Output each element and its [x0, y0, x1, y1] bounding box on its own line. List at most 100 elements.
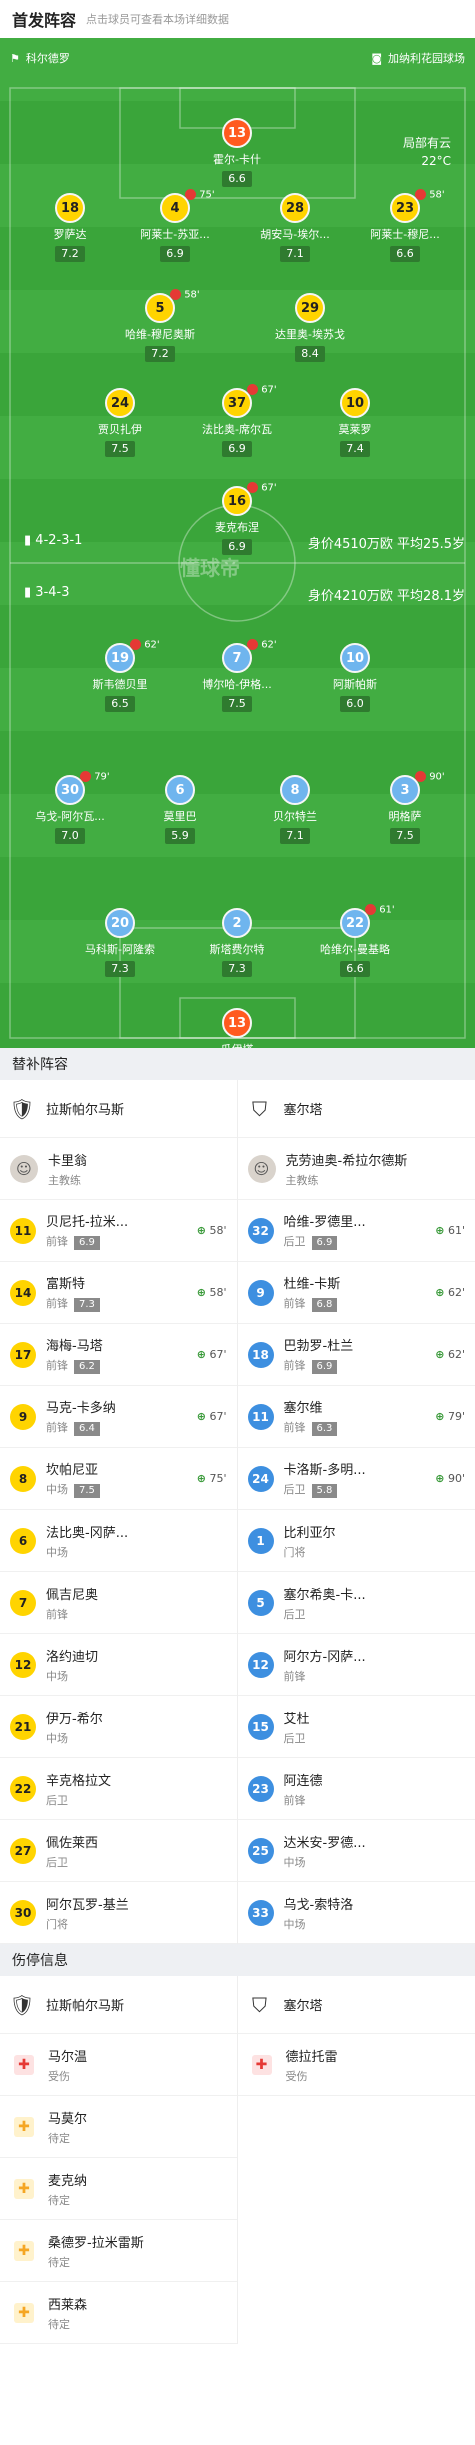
injury-row[interactable]: ✚ 西莱森 待定: [0, 2282, 237, 2344]
sub-in-icon: ⊕: [435, 1472, 445, 1485]
player-name: 阿连德: [283, 1773, 323, 1789]
player-rating: 6.9: [160, 246, 190, 262]
player-rating: 6.8: [311, 1298, 338, 1312]
sub-player-row[interactable]: 11 贝尼托-拉米... 前锋 6.9 ⊕ 58': [0, 1200, 237, 1262]
substitution-marker: 58': [170, 289, 200, 301]
sub-player-row[interactable]: 18 巴勃罗-杜兰 前锋 6.9 ⊕ 62': [237, 1324, 475, 1386]
player-position: 中场: [46, 1483, 68, 1496]
away-formation: ▮ 3-4-3: [24, 585, 70, 600]
sub-out-icon: [170, 289, 181, 300]
home-coach[interactable]: ☺ 卡里翁 主教练: [0, 1138, 237, 1200]
player-name: 乌戈-索特洛: [283, 1897, 354, 1913]
player-name: 马科斯-阿隆索: [85, 943, 155, 956]
player-name: 海梅-马塔: [46, 1339, 103, 1354]
away-player[interactable]: 10 阿斯帕斯 6.0: [305, 643, 405, 712]
sub-player-row[interactable]: 22 辛克格拉文 后卫: [0, 1758, 237, 1820]
injury-row[interactable]: ✚ 麦克纳 待定: [0, 2158, 237, 2220]
home-player[interactable]: 23 58' 阿莱士-穆尼... 6.6: [355, 189, 455, 262]
celta-crest-icon: ⛉: [252, 1992, 267, 2017]
away-player[interactable]: 20 马科斯-阿隆索 7.3: [70, 908, 170, 977]
sub-player-row[interactable]: 5 塞尔希奥-卡... 后卫: [237, 1572, 475, 1634]
home-player[interactable]: 16 67' 麦克布涅 6.9: [187, 482, 287, 555]
sub-player-row[interactable]: 7 佩吉尼奥 前锋: [0, 1572, 237, 1634]
player-name: 阿尔方-冈萨...: [283, 1649, 366, 1665]
injuries-home-team[interactable]: 🛡 拉斯帕尔马斯: [0, 1976, 237, 2034]
substitution-marker: 67': [247, 482, 277, 494]
away-player[interactable]: 8 贝尔特兰 7.1: [245, 775, 345, 844]
coach-avatar: ☺: [247, 1154, 276, 1183]
home-player[interactable]: 28 胡安马-埃尔... 7.1: [245, 193, 345, 262]
sub-player-row[interactable]: 27 佩佐莱西 后卫: [0, 1820, 237, 1882]
player-name: 马克-卡多纳: [46, 1401, 116, 1416]
jersey-number: 9: [10, 1403, 36, 1430]
injury-row[interactable]: ✚ 德拉托雷 受伤: [237, 2034, 475, 2096]
player-rating: 8.4: [295, 346, 325, 362]
jersey-number: 14: [10, 1279, 36, 1306]
away-player[interactable]: 22 61' 哈维尔-曼基略 6.6: [305, 904, 405, 977]
las-palmas-crest-icon: 🛡: [9, 1096, 35, 1121]
player-name: 阿斯帕斯: [333, 678, 377, 691]
injury-row[interactable]: ✚ 桑德罗-拉米雷斯 待定: [0, 2220, 237, 2282]
home-player[interactable]: 10 莫莱罗 7.4: [305, 388, 405, 457]
celta-crest-icon: ⛉: [252, 1096, 267, 1121]
stadium-label: ◙ 加纳利花园球场: [371, 51, 465, 66]
player-name: 胡安马-埃尔...: [260, 228, 330, 241]
player-name: 艾杜: [283, 1711, 310, 1727]
sub-player-row[interactable]: 15 艾杜 后卫: [237, 1696, 475, 1758]
player-position: 后卫: [46, 1793, 68, 1807]
home-player[interactable]: 5 58' 哈维-穆尼奥斯 7.2: [110, 289, 210, 362]
home-player[interactable]: 13 霍尔-卡什 6.6: [187, 118, 287, 187]
sub-player-row[interactable]: 6 法比奥-冈萨... 中场: [0, 1510, 237, 1572]
player-position: 前锋: [283, 1359, 306, 1372]
sub-player-row[interactable]: 32 哈维-罗德里... 后卫 6.9 ⊕ 61': [237, 1200, 475, 1262]
sub-player-row[interactable]: 12 洛约迪切 中场: [0, 1634, 237, 1696]
sub-player-row[interactable]: 24 卡洛斯-多明... 后卫 5.8 ⊕ 90': [237, 1448, 475, 1510]
jersey-number: 8: [10, 1465, 36, 1492]
sub-player-row[interactable]: 9 杜维-卡斯 前锋 6.8 ⊕ 62': [237, 1262, 475, 1324]
sub-player-row[interactable]: 14 富斯特 前锋 7.3 ⊕ 58': [0, 1262, 237, 1324]
sub-player-row[interactable]: 11 塞尔维 前锋 6.3 ⊕ 79': [237, 1386, 475, 1448]
sub-player-row[interactable]: 33 乌戈-索特洛 中场: [237, 1882, 475, 1944]
injuries-away-team[interactable]: ⛉ 塞尔塔: [237, 1976, 475, 2034]
sub-in-time: ⊕ 79': [435, 1410, 465, 1423]
away-player[interactable]: 7 62' 博尔哈-伊格... 7.5: [187, 639, 287, 712]
sub-player-row[interactable]: 30 阿尔瓦罗-基兰 门将: [0, 1882, 237, 1944]
away-coach[interactable]: ☺ 克劳迪奥-希拉尔德斯 主教练: [237, 1138, 475, 1200]
player-name: 卡洛斯-多明...: [283, 1463, 366, 1478]
injuries-title: 伤停信息: [0, 1944, 475, 1976]
injury-row[interactable]: ✚ 马尔温 受伤: [0, 2034, 237, 2096]
sub-player-row[interactable]: 21 伊万-希尔 中场: [0, 1696, 237, 1758]
sub-player-row[interactable]: 25 达米安-罗德... 中场: [237, 1820, 475, 1882]
injury-row[interactable]: ✚ 马莫尔 待定: [0, 2096, 237, 2158]
away-player[interactable]: 30 79' 乌戈-阿尔瓦... 7.0: [20, 771, 120, 844]
sub-in-time: ⊕ 62': [435, 1286, 465, 1299]
player-name: 乌戈-阿尔瓦...: [35, 810, 105, 823]
sub-player-row[interactable]: 17 海梅-马塔 前锋 6.2 ⊕ 67': [0, 1324, 237, 1386]
player-name: 富斯特: [46, 1277, 86, 1292]
player-name: 罗萨达: [53, 228, 87, 241]
away-player[interactable]: 6 莫里巴 5.9: [130, 775, 230, 844]
injury-status: 待定: [48, 2131, 70, 2145]
home-player[interactable]: 37 67' 法比奥-席尔瓦 6.9: [187, 384, 287, 457]
subs-home-team[interactable]: 🛡 拉斯帕尔马斯: [0, 1080, 237, 1138]
sub-player-row[interactable]: 1 比利亚尔 门将: [237, 1510, 475, 1572]
sub-player-row[interactable]: 12 阿尔方-冈萨... 前锋: [237, 1634, 475, 1696]
weather-temp: 22°C: [421, 154, 451, 168]
player-name: 坎帕尼亚: [46, 1463, 99, 1478]
home-player[interactable]: 29 达里奥-埃苏戈 8.4: [260, 293, 360, 362]
player-name: 斯塔费尔特: [209, 943, 265, 956]
player-rating: 6.6: [222, 171, 252, 187]
away-player[interactable]: 3 90' 明格萨 7.5: [355, 771, 455, 844]
subs-away-team[interactable]: ⛉ 塞尔塔: [237, 1080, 475, 1138]
sub-player-row[interactable]: 9 马克-卡多纳 前锋 6.4 ⊕ 67': [0, 1386, 237, 1448]
sub-player-row[interactable]: 23 阿连德 前锋: [237, 1758, 475, 1820]
away-player[interactable]: 2 斯塔费尔特 7.3: [187, 908, 287, 977]
sub-player-row[interactable]: 8 坎帕尼亚 中场 7.5 ⊕ 75': [0, 1448, 237, 1510]
home-player[interactable]: 24 贾贝扎伊 7.5: [70, 388, 170, 457]
home-player[interactable]: 4 75' 阿莱士-苏亚... 6.9: [125, 189, 225, 262]
home-player[interactable]: 18 罗萨达 7.2: [20, 193, 120, 262]
away-player[interactable]: 19 62' 斯韦德贝里 6.5: [70, 639, 170, 712]
sub-in-icon: ⊕: [196, 1348, 206, 1361]
away-player[interactable]: 13瓜伊塔8.3: [187, 1008, 287, 1048]
substitution-marker: 67': [247, 384, 277, 396]
